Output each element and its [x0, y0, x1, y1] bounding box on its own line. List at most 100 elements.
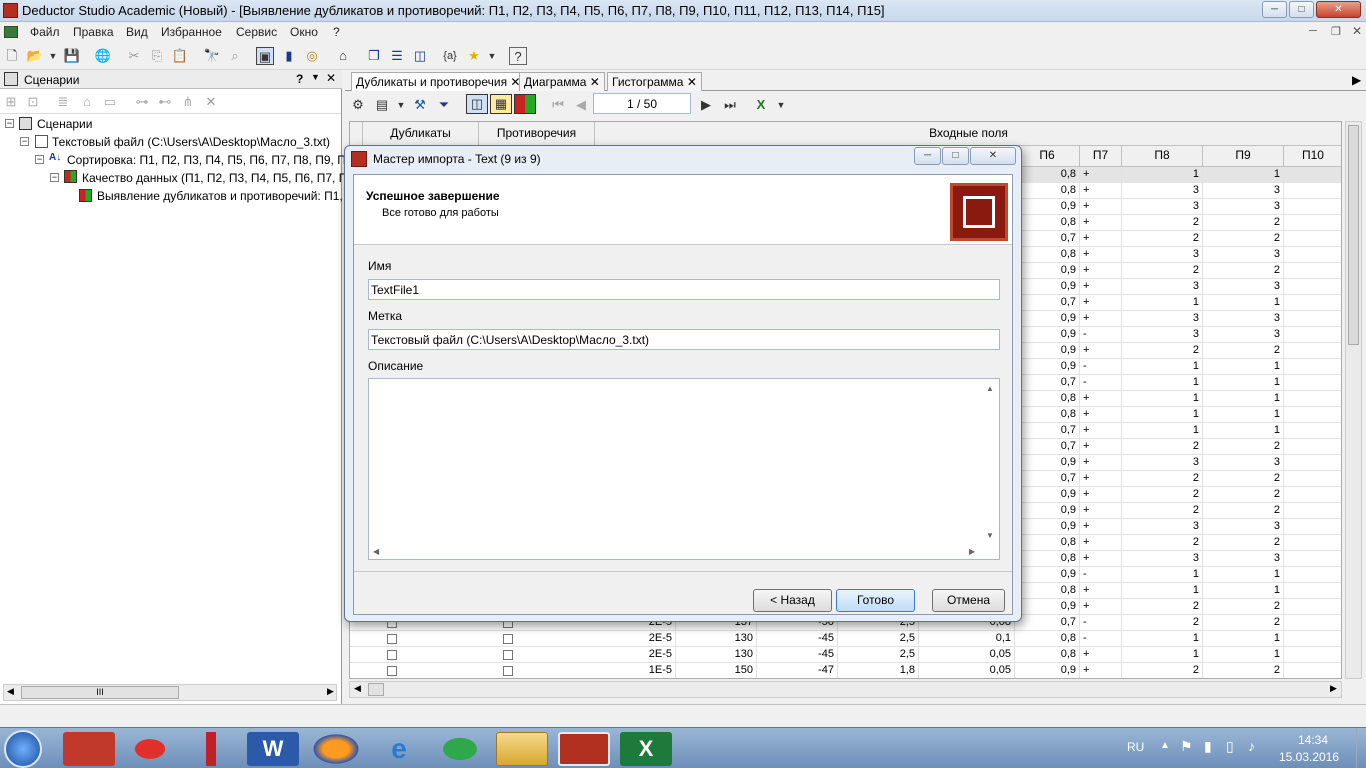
pdf-app-icon[interactable] [63, 732, 115, 766]
open-folder-icon[interactable]: 📂 [26, 47, 44, 65]
open-dropdown-icon[interactable]: ▼ [44, 47, 62, 65]
expand-toggle[interactable]: − [50, 173, 59, 182]
textarea-scroll-up-icon[interactable]: ▲ [986, 384, 994, 393]
paste-icon[interactable]: 📋 [171, 47, 189, 65]
columns-icon[interactable]: ▤ [373, 96, 391, 114]
tab-duplicates[interactable]: Дубликаты и противоречия ✕ [351, 72, 526, 91]
book-app-icon[interactable] [185, 732, 237, 766]
save-icon[interactable]: 💾 [63, 47, 81, 65]
grid-hscroll-thumb[interactable] [368, 683, 384, 696]
menu-view[interactable]: Вид [126, 25, 148, 39]
menu-service[interactable]: Сервис [236, 25, 277, 39]
home-icon[interactable]: ⌂ [334, 47, 352, 65]
deductor-app-icon[interactable] [558, 732, 610, 766]
duplicate-checkbox[interactable] [387, 634, 397, 644]
table-row[interactable]: 1E-5 150 -47 1,8 0,05 0,9 +2 2 [350, 663, 1341, 678]
clock-date[interactable]: 15.03.2016 [1279, 750, 1339, 764]
menu-help[interactable]: ? [333, 25, 340, 39]
panel-menu-icon[interactable]: ▼ [311, 72, 320, 82]
dialog-maximize-button[interactable]: □ [942, 147, 969, 165]
red-app-icon[interactable] [124, 732, 176, 766]
expand-toggle[interactable]: − [20, 137, 29, 146]
table-row[interactable]: 2E-5 130 -45 2,5 0,1 0,8-1 1 [350, 631, 1341, 647]
expand-toggle[interactable]: − [5, 119, 14, 128]
view-split-icon[interactable]: ◫ [466, 94, 488, 114]
tag-input[interactable]: Текстовый файл (C:\Users\A\Desktop\Масло… [368, 329, 1000, 350]
comment-node-icon[interactable]: ▭ [101, 93, 119, 111]
clock-time[interactable]: 14:34 [1298, 733, 1328, 747]
contradiction-checkbox[interactable] [503, 650, 513, 660]
tab-chart[interactable]: Диаграмма ✕ [519, 72, 605, 91]
textarea-scroll-left-icon[interactable]: ◀ [373, 547, 379, 556]
page-input[interactable]: 1 / 50 [593, 93, 691, 114]
grid-vscrollbar[interactable] [1345, 121, 1362, 679]
fields-icon[interactable]: ⚒ [411, 96, 429, 114]
panel-close-icon[interactable]: ✕ [326, 71, 336, 85]
scroll-right-icon[interactable]: ▶ [327, 686, 334, 697]
word-app-icon[interactable]: W [247, 732, 299, 766]
home-node-icon[interactable]: ⌂ [78, 93, 96, 111]
script-icon[interactable]: ▮ [280, 47, 298, 65]
contradiction-checkbox[interactable] [503, 666, 513, 676]
finish-button[interactable]: Готово [836, 589, 915, 612]
language-indicator[interactable]: RU [1127, 740, 1144, 754]
close-button[interactable]: ✕ [1316, 1, 1361, 18]
variables-icon[interactable]: {a} [441, 47, 459, 65]
tray-expand-icon[interactable]: ▲ [1160, 740, 1170, 751]
tree-item-scenarios[interactable]: Сценарии [37, 117, 92, 131]
tray-flag-icon[interactable]: ⚑ [1180, 738, 1193, 755]
firefox-app-icon[interactable] [310, 732, 362, 766]
connect-icon[interactable]: 🌐 [94, 47, 112, 65]
find-next-icon[interactable]: ⌕ [226, 47, 244, 65]
textarea-scroll-down-icon[interactable]: ▼ [986, 531, 994, 540]
hscroll-left-icon[interactable]: ◀ [354, 683, 361, 694]
new-file-icon[interactable]: 🗋 [3, 47, 21, 65]
columns-dropdown-icon[interactable]: ▼ [392, 96, 410, 114]
prev-page-icon[interactable]: ◀ [572, 96, 590, 114]
name-input[interactable]: TextFile1 [368, 279, 1000, 300]
scroll-left-icon[interactable]: ◀ [7, 686, 14, 697]
tile-horizontal-icon[interactable]: ☰ [388, 47, 406, 65]
find-icon[interactable]: 🔭 [203, 47, 221, 65]
tab-histogram[interactable]: Гистограмма ✕ [607, 72, 702, 91]
maximize-button[interactable]: □ [1289, 1, 1314, 18]
view-color-icon[interactable] [514, 94, 536, 114]
cascade-icon[interactable]: ❐ [365, 47, 383, 65]
excel-app-icon[interactable]: X [620, 732, 672, 766]
tab-close-icon[interactable]: ✕ [687, 75, 697, 89]
grid-hscrollbar[interactable]: ◀ ▶ [349, 681, 1342, 698]
dialog-close-button[interactable]: ✕ [970, 147, 1016, 165]
tray-power-icon[interactable]: ▯ [1226, 738, 1234, 755]
tree-item-quality[interactable]: Качество данных (П1, П2, П3, П4, П5, П6,… [82, 171, 369, 185]
col-header-p10[interactable]: П10 [1284, 146, 1341, 167]
mdi-restore-icon[interactable]: ❐ [1331, 25, 1341, 38]
next-page-icon[interactable]: ▶ [697, 96, 715, 114]
tree-a-icon[interactable]: ⊶ [133, 93, 151, 111]
excel-export-icon[interactable]: X [752, 96, 770, 114]
menu-edit[interactable]: Правка [73, 25, 114, 39]
tree-item-sort[interactable]: Сортировка: П1, П2, П3, П4, П5, П6, П7, … [67, 153, 363, 167]
export-dropdown-icon[interactable]: ▼ [772, 96, 790, 114]
filter-icon[interactable]: ⏷ [435, 96, 453, 114]
cancel-button[interactable]: Отмена [932, 589, 1005, 612]
favorites-dropdown-icon[interactable]: ▼ [483, 47, 501, 65]
tray-network-icon[interactable]: ▮ [1204, 738, 1212, 755]
view-table-icon[interactable]: ▦ [490, 94, 512, 114]
mdi-minimize-icon[interactable]: ─ [1309, 25, 1317, 37]
tabs-scroll-right-icon[interactable]: ▶ [1352, 73, 1361, 87]
minimize-button[interactable]: ─ [1262, 1, 1287, 18]
col-header-p6[interactable]: П6 [1015, 146, 1080, 167]
wizard-icon[interactable]: ◎ [303, 47, 321, 65]
delete-node-icon[interactable]: ✕ [202, 93, 220, 111]
last-page-icon[interactable]: ⏭ [721, 96, 739, 114]
first-page-icon[interactable]: ⏮ [549, 96, 567, 114]
menu-file[interactable]: Файл [30, 25, 60, 39]
add-node-icon[interactable]: ⊞ [2, 93, 20, 111]
dialog-minimize-button[interactable]: ─ [914, 147, 941, 165]
expand-toggle[interactable]: − [35, 155, 44, 164]
back-button[interactable]: < Назад [753, 589, 832, 612]
wizard-node-icon[interactable]: ⊡ [24, 93, 42, 111]
explorer-app-icon[interactable] [496, 732, 548, 766]
cut-icon[interactable]: ✂ [125, 47, 143, 65]
copy-icon[interactable]: ⎘ [148, 47, 166, 65]
